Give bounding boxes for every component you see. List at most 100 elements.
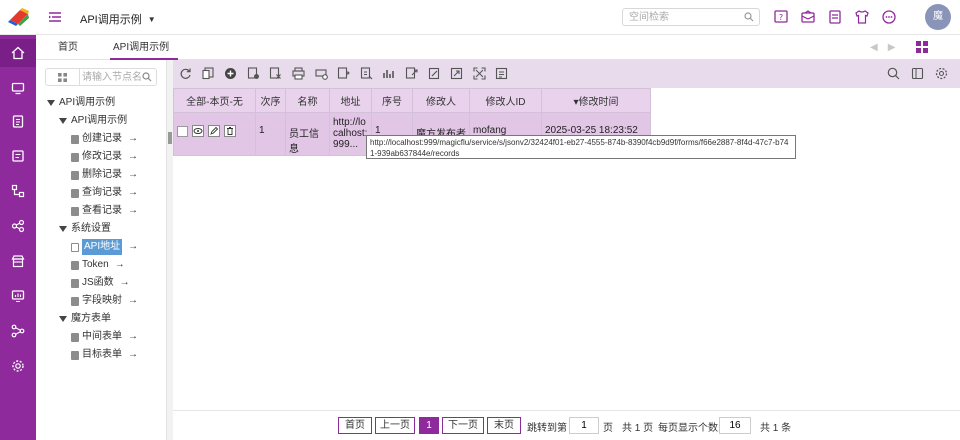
tree-node-create-record[interactable]: 创建记录 →	[71, 131, 138, 147]
settings-icon[interactable]	[935, 67, 948, 80]
delete-icon[interactable]	[269, 67, 282, 80]
expand-icon[interactable]	[473, 67, 486, 80]
tree-node-token[interactable]: Token →	[71, 257, 125, 273]
mail-icon[interactable]	[800, 9, 816, 25]
rail-store-icon[interactable]	[0, 247, 36, 275]
rail-monitor-icon[interactable]	[0, 74, 36, 102]
app-switcher[interactable]: API调用示例 ▼	[80, 11, 156, 27]
help-icon[interactable]: ?	[773, 9, 789, 25]
row-checkbox[interactable]	[177, 125, 188, 137]
logo-icon[interactable]	[8, 6, 30, 28]
arrow-right-icon: →	[128, 187, 138, 198]
trash-icon[interactable]	[224, 125, 236, 137]
tree-node-field-mapping[interactable]: 字段映射 →	[71, 293, 138, 309]
report-icon[interactable]	[495, 67, 508, 80]
expand-icon[interactable]	[59, 226, 67, 232]
tree-search-input[interactable]	[82, 70, 144, 84]
next-page-button[interactable]: 下一页	[442, 417, 484, 434]
search-icon[interactable]	[744, 12, 754, 22]
column-header-order[interactable]: 次序	[255, 88, 286, 113]
arrow-right-icon: →	[128, 169, 138, 180]
tree-filter-icon[interactable]	[46, 69, 80, 85]
tree-node-view-record[interactable]: 查看记录 →	[71, 203, 138, 219]
print-icon[interactable]	[292, 67, 305, 80]
copy-icon[interactable]	[202, 67, 215, 80]
open-icon[interactable]	[450, 67, 463, 80]
refresh-icon[interactable]	[179, 67, 192, 80]
column-header-seq[interactable]: 序号	[371, 88, 413, 113]
view-icon[interactable]	[192, 125, 204, 137]
tab-home[interactable]: 首页	[58, 35, 78, 60]
export-icon[interactable]	[360, 67, 373, 80]
list-icon[interactable]	[827, 9, 843, 25]
tree-node-update-record[interactable]: 修改记录 →	[71, 149, 138, 165]
last-page-button[interactable]: 末页	[487, 417, 521, 434]
share-icon[interactable]	[405, 67, 418, 80]
edit-icon[interactable]	[428, 67, 441, 80]
jump-page-input[interactable]	[569, 417, 599, 434]
tab-scroll-left-icon[interactable]: ◀	[870, 42, 878, 53]
expand-icon[interactable]	[59, 118, 67, 124]
rail-home-icon[interactable]	[0, 39, 36, 67]
expand-icon[interactable]	[59, 316, 67, 322]
tree-node-delete-record[interactable]: 删除记录 →	[71, 167, 138, 183]
import-icon[interactable]	[337, 67, 350, 80]
svg-text:?: ?	[779, 13, 783, 22]
tab-scroll-right-icon[interactable]: ▶	[888, 42, 896, 53]
tree-node-label: 创建记录	[82, 133, 122, 144]
more-icon[interactable]	[881, 9, 897, 25]
rail-flow-icon[interactable]	[0, 177, 36, 205]
rail-clipboard-icon[interactable]	[0, 107, 36, 135]
column-header-address[interactable]: 地址	[329, 88, 372, 113]
column-header-name[interactable]: 名称	[285, 88, 330, 113]
tree-node-magic-form[interactable]: 魔方表单	[59, 311, 111, 327]
tree-node-label: API调用示例	[71, 115, 128, 126]
tree-node-api-example[interactable]: API调用示例	[59, 113, 127, 129]
space-search-input[interactable]	[622, 8, 760, 26]
chevron-down-icon: ▼	[147, 14, 156, 24]
tree-node-target-form[interactable]: 目标表单 →	[71, 347, 138, 363]
rail-share-icon[interactable]	[0, 212, 36, 240]
apps-grid-icon[interactable]	[916, 41, 928, 53]
current-page-button[interactable]: 1	[419, 417, 439, 434]
tree-node-label: 系统设置	[71, 223, 111, 234]
document-icon	[71, 260, 79, 270]
document-icon	[71, 188, 79, 198]
rail-network-icon[interactable]	[0, 317, 36, 345]
tab-api-example[interactable]: API调用示例×	[110, 35, 178, 78]
add-icon[interactable]	[224, 67, 237, 80]
menu-toggle-icon[interactable]	[48, 10, 62, 24]
rail-screen-icon[interactable]	[0, 282, 36, 310]
column-header-modifier-id[interactable]: 修改人ID	[469, 88, 542, 113]
per-page-input[interactable]	[719, 417, 751, 434]
first-page-button[interactable]: 首页	[338, 417, 372, 434]
rail-settings-icon[interactable]	[0, 352, 36, 380]
search-icon[interactable]	[142, 72, 152, 82]
tree-node-api-address[interactable]: API地址 →	[71, 239, 138, 255]
panel-splitter[interactable]	[166, 60, 173, 440]
splitter-handle[interactable]	[168, 132, 172, 144]
page-unit-label: 页	[603, 423, 613, 434]
rail-document-icon[interactable]	[0, 142, 36, 170]
tree-node-root[interactable]: API调用示例	[47, 95, 115, 111]
edit-icon[interactable]	[208, 125, 220, 137]
column-settings-icon[interactable]	[911, 67, 924, 80]
tree-node-js-function[interactable]: JS函数 →	[71, 275, 130, 291]
column-header-select[interactable]: 全部-本页-无	[173, 88, 256, 113]
tree-node-middle-form[interactable]: 中间表单 →	[71, 329, 138, 345]
chart-icon[interactable]	[382, 67, 395, 80]
expand-icon[interactable]	[47, 100, 55, 106]
tree-node-query-record[interactable]: 查询记录 →	[71, 185, 138, 201]
shirt-icon[interactable]	[854, 9, 870, 25]
tree-node-system-settings[interactable]: 系统设置	[59, 221, 111, 237]
print-settings-icon[interactable]	[315, 67, 328, 80]
prev-page-button[interactable]: 上一页	[375, 417, 415, 434]
main-panel: 全部-本页-无 次序 名称 地址 序号 修改人 修改人ID ▾修改时间 1 员工…	[173, 60, 960, 440]
column-header-modified-time[interactable]: ▾修改时间	[541, 88, 651, 113]
search-icon[interactable]	[887, 67, 900, 80]
delete-record-icon[interactable]	[247, 67, 260, 80]
column-header-modifier[interactable]: 修改人	[412, 88, 470, 113]
pagination-bar: 首页 上一页 1 下一页 末页 跳转到第 页 共 1 页 每页显示个数: 共 1…	[173, 410, 960, 440]
arrow-right-icon: →	[114, 259, 125, 270]
avatar[interactable]: 魔	[925, 4, 951, 30]
